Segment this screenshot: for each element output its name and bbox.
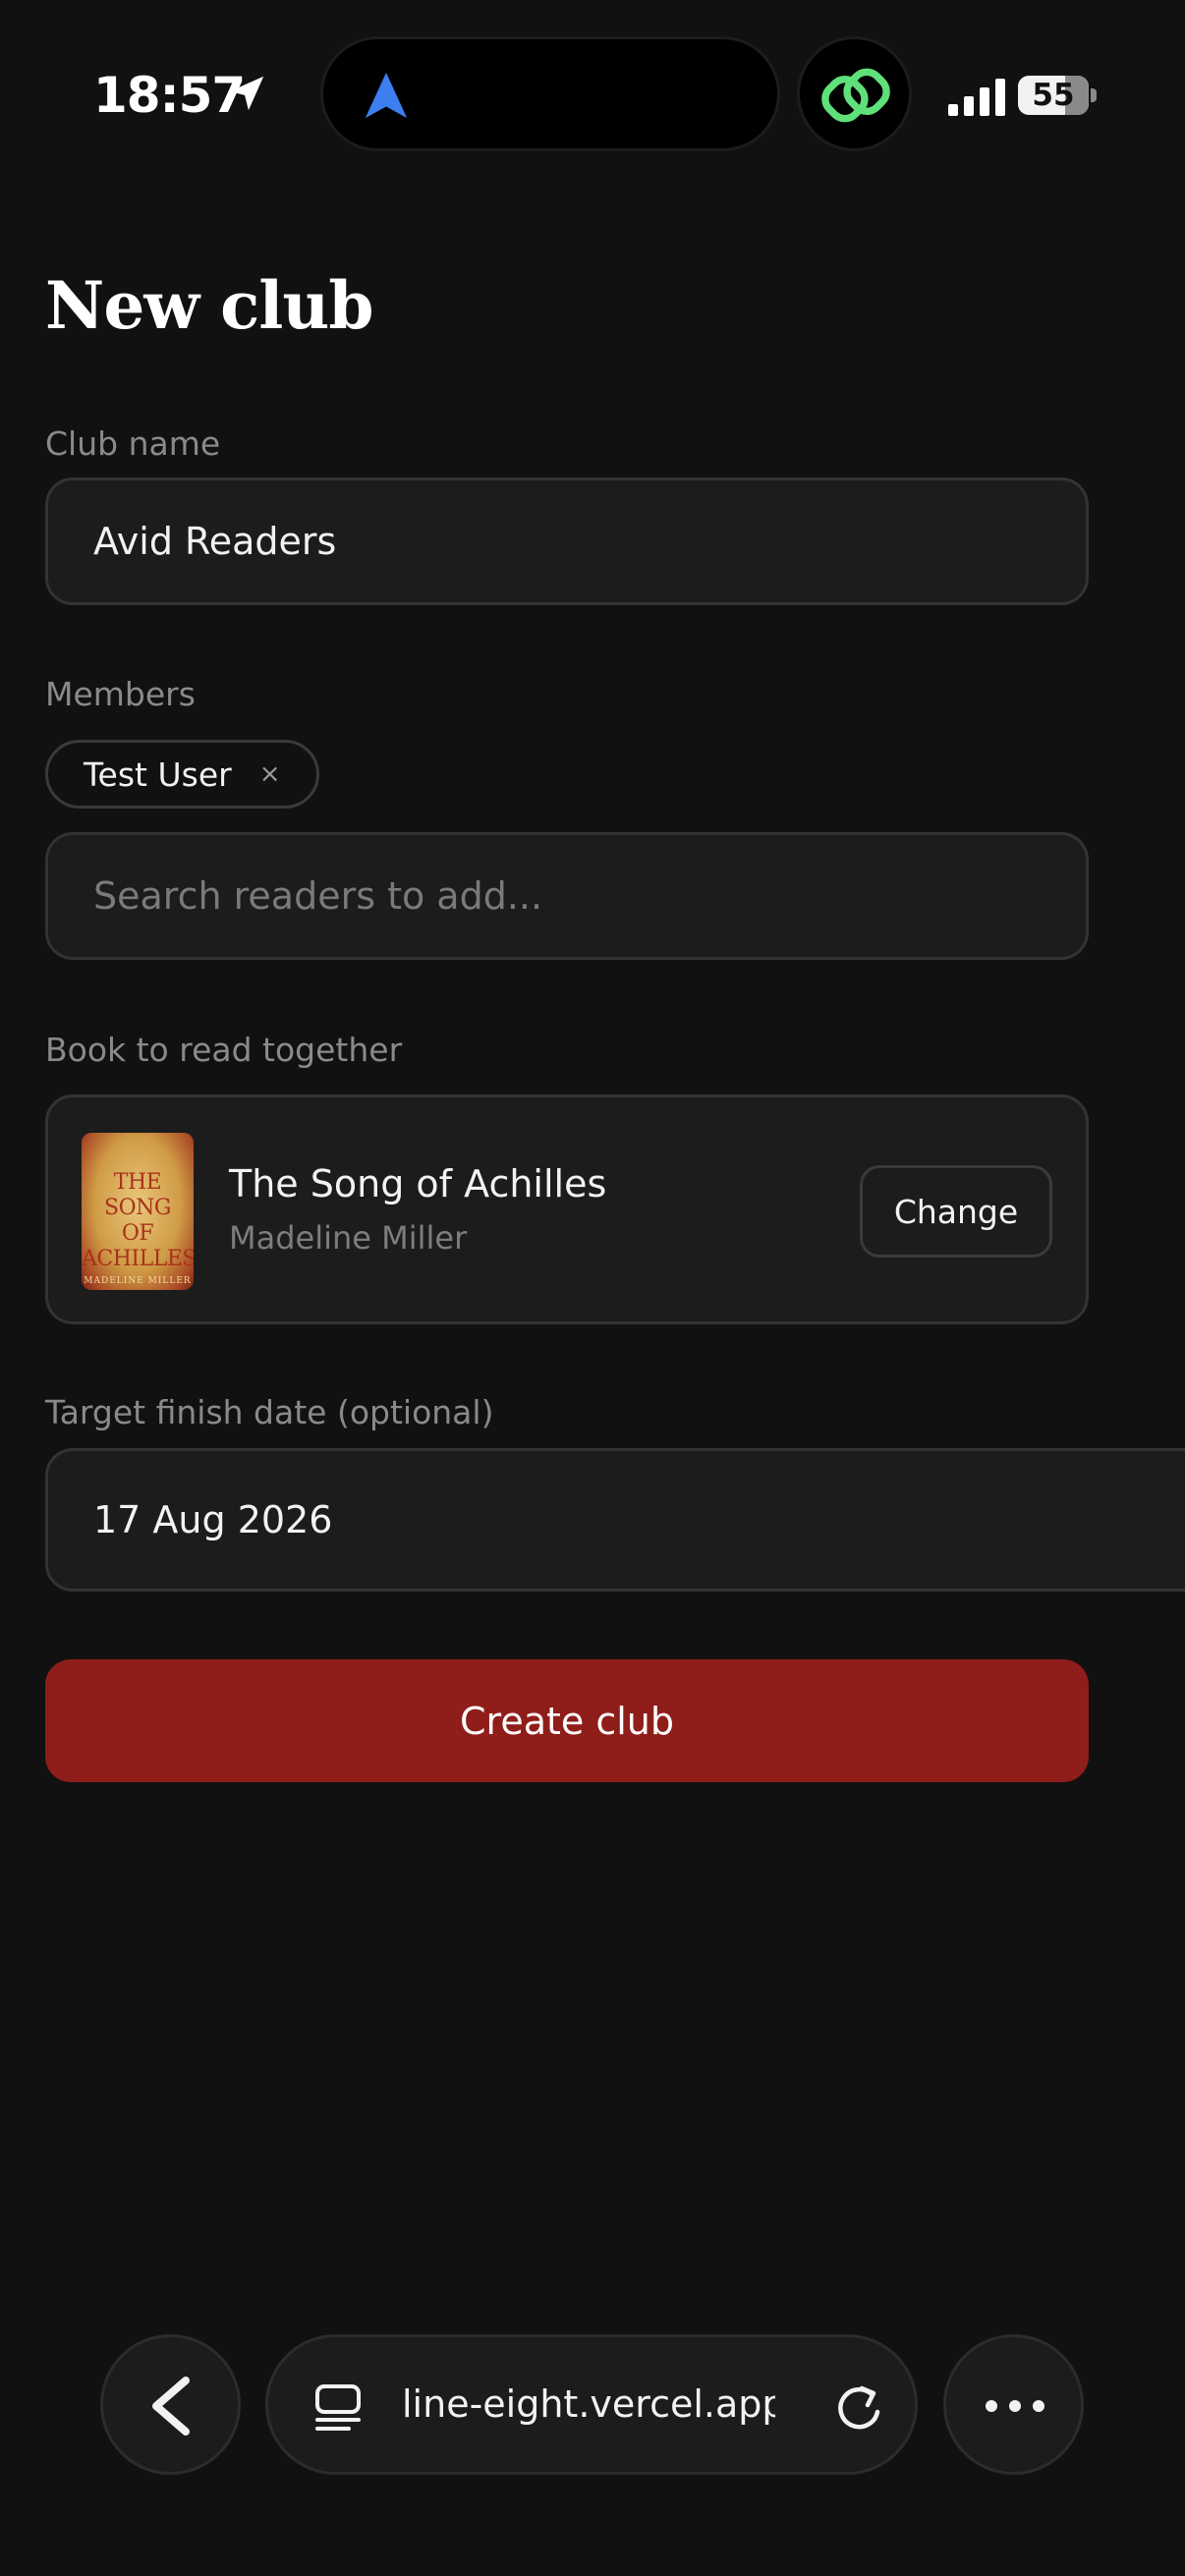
browser-url: line-eight.vercel.app — [402, 2382, 775, 2426]
battery-level: 55 — [1032, 78, 1075, 113]
dynamic-island — [320, 36, 780, 151]
member-chip: Test User × — [45, 740, 319, 809]
target-date-input[interactable]: 17 Aug 2026 — [45, 1448, 1185, 1592]
page-title: New club — [45, 267, 374, 344]
battery-nub — [1091, 88, 1097, 102]
battery-indicator: 55 — [1018, 76, 1089, 115]
target-date-label: Target finish date (optional) — [45, 1393, 494, 1431]
browser-more-button[interactable] — [943, 2334, 1084, 2475]
status-time: 18:57 — [93, 67, 246, 124]
book-label: Book to read together — [45, 1031, 403, 1069]
navigation-arrow-icon — [365, 72, 408, 119]
book-cover-author: MADELINE MILLER — [84, 1276, 192, 1286]
selected-book-card: THE SONG OF ACHILLES MADELINE MILLER The… — [45, 1094, 1089, 1324]
change-book-button[interactable]: Change — [860, 1165, 1052, 1258]
book-cover: THE SONG OF ACHILLES MADELINE MILLER — [82, 1133, 194, 1290]
member-search-input[interactable]: Search readers to add... — [45, 832, 1089, 960]
tabs-icon[interactable] — [313, 2382, 363, 2434]
location-arrow-icon — [229, 76, 264, 111]
remove-member-icon[interactable]: × — [259, 759, 281, 789]
book-cover-title: THE SONG OF ACHILLES — [82, 1170, 194, 1271]
chevron-left-icon — [152, 2377, 190, 2436]
link-chain-icon — [821, 68, 890, 123]
create-club-button[interactable]: Create club — [45, 1659, 1089, 1782]
more-dots-icon — [986, 2400, 1044, 2412]
member-chip-name: Test User — [84, 755, 232, 794]
browser-address-bar[interactable]: line-eight.vercel.app — [265, 2334, 918, 2475]
club-name-input[interactable]: Avid Readers — [45, 477, 1089, 605]
cellular-signal-icon — [948, 79, 1005, 116]
reload-icon[interactable] — [832, 2380, 885, 2436]
members-label: Members — [45, 675, 196, 713]
page: 18:57 55 New club Club name Avid Readers… — [0, 0, 1185, 2576]
club-name-label: Club name — [45, 424, 221, 463]
book-author: Madeline Miller — [229, 1219, 468, 1257]
dynamic-island-activity — [797, 36, 912, 151]
book-title: The Song of Achilles — [229, 1162, 607, 1205]
browser-back-button[interactable] — [100, 2334, 241, 2475]
